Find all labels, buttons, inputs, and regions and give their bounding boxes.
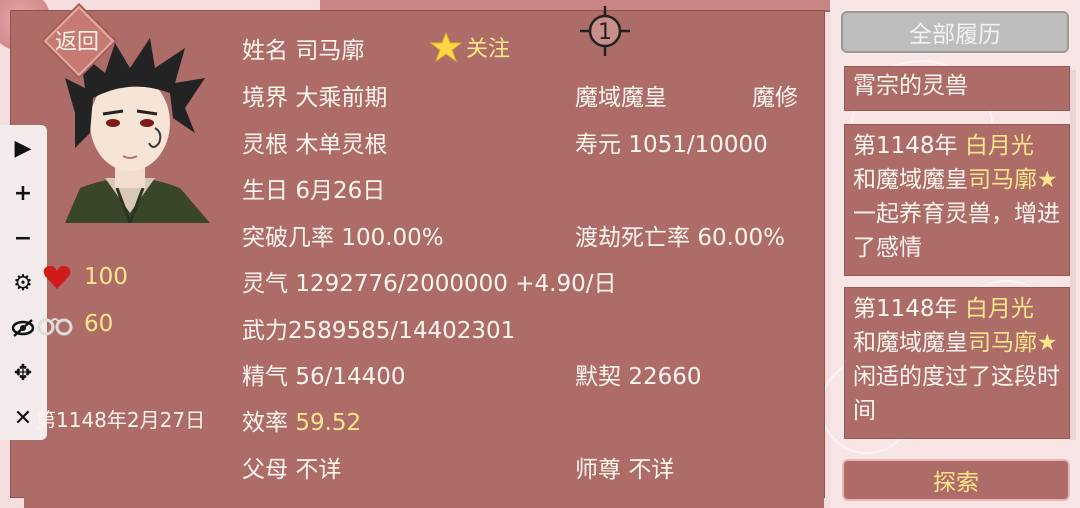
follow-label: 关注	[466, 37, 511, 62]
game-date: 第1148年2月27日	[36, 408, 206, 432]
history-fragment: 霄宗的灵兽	[853, 73, 968, 99]
zoom-out-icon[interactable]: −	[10, 225, 36, 251]
essence-row: 精气 56/14400	[242, 357, 406, 391]
efficiency-label: 效率	[242, 410, 288, 436]
close-icon[interactable]: ✕	[10, 405, 36, 431]
name-row: 姓名 司马廓	[242, 31, 364, 65]
handcuffs-icon	[37, 318, 73, 336]
tribulation-label: 渡劫死亡率	[575, 225, 690, 251]
root-row: 灵根 木单灵根	[242, 125, 387, 159]
follow-button[interactable]: 关注	[430, 31, 510, 63]
event-partner: 司马廓★	[968, 330, 1058, 356]
faction-value: 魔修	[752, 85, 798, 111]
panel-bottom-edge	[24, 496, 824, 508]
heart-icon	[43, 265, 71, 289]
force-value: 2589585/14402301	[288, 318, 516, 344]
master-label: 师尊	[575, 457, 621, 483]
name-label: 姓名	[242, 38, 288, 64]
history-scrollbar[interactable]	[1070, 70, 1076, 440]
all-history-button[interactable]: 全部履历	[841, 11, 1069, 53]
birthday-row: 生日 6月26日	[242, 171, 385, 205]
birthday-label: 生日	[242, 178, 288, 204]
force-row: 武力2589585/14402301	[242, 311, 515, 345]
crosshair-icon[interactable]: 1	[578, 4, 632, 58]
efficiency-row: 效率 59.52	[242, 403, 361, 437]
history-card: 第1148年 白月光 和魔域魔皇司马廓★ 一起养育灵兽，增进了感情	[844, 124, 1070, 276]
eye-slash-icon[interactable]	[10, 315, 36, 341]
spirit-value: 1292776/2000000 +4.90/日	[295, 271, 617, 297]
explore-button[interactable]: 探索	[842, 459, 1070, 501]
spirit-label: 灵气	[242, 271, 288, 297]
parents-value: 不详	[295, 457, 342, 483]
tacit-value: 22660	[628, 364, 702, 390]
efficiency-value: 59.52	[295, 410, 362, 436]
zoom-in-icon[interactable]: +	[10, 180, 36, 206]
event-text: 一起养育灵兽，增进了感情	[853, 201, 1060, 261]
name-value: 司马廓	[295, 38, 365, 64]
back-button-label: 返回	[54, 30, 99, 55]
tribulation-row: 渡劫死亡率 60.00%	[575, 218, 785, 252]
event-partner: 司马廓★	[968, 167, 1058, 193]
side-toolbar: ▶ + − ⚙ ✥ ✕	[0, 125, 47, 440]
history-card-partial: 霄宗的灵兽	[844, 66, 1070, 111]
event-connector: 和魔域魔皇	[853, 167, 968, 193]
event-year: 第1148年	[853, 133, 958, 159]
breakthrough-row: 突破几率 100.00%	[242, 218, 444, 252]
event-who: 白月光	[964, 296, 1034, 322]
lifespan-label: 寿元	[575, 132, 621, 158]
back-button[interactable]: 返回	[42, 5, 115, 77]
event-year: 第1148年	[853, 296, 958, 322]
essence-value: 56/14400	[295, 364, 406, 390]
star-icon	[430, 31, 462, 63]
title-value: 魔域魔皇	[575, 85, 667, 111]
breakthrough-value: 100.00%	[341, 225, 444, 251]
favor-value: 100	[84, 264, 128, 290]
root-label: 灵根	[242, 132, 288, 158]
master-value: 不详	[628, 457, 675, 483]
tribulation-value: 60.00%	[697, 225, 786, 251]
realm-value: 大乘前期	[295, 85, 388, 111]
master-row: 师尊 不详	[575, 450, 674, 484]
play-icon[interactable]: ▶	[10, 135, 36, 161]
history-card: 第1148年 白月光 和魔域魔皇司马廓★ 闲适的度过了这段时间	[844, 287, 1070, 439]
force-label: 武力	[242, 318, 288, 344]
birthday-value: 6月26日	[295, 178, 386, 204]
root-value: 木单灵根	[295, 132, 388, 158]
gear-icon[interactable]: ⚙	[10, 270, 36, 296]
lifespan-row: 寿元 1051/10000	[575, 125, 768, 159]
tacit-label: 默契	[575, 364, 621, 390]
move-icon[interactable]: ✥	[10, 360, 36, 386]
event-who: 白月光	[964, 133, 1034, 159]
event-connector: 和魔域魔皇	[853, 330, 968, 356]
crosshair-number: 1	[598, 20, 612, 45]
parents-label: 父母	[242, 457, 288, 483]
event-text: 闲适的度过了这段时间	[853, 364, 1060, 424]
spirit-row: 灵气 1292776/2000000 +4.90/日	[242, 264, 616, 298]
lifespan-value: 1051/10000	[628, 132, 768, 158]
essence-label: 精气	[242, 364, 288, 390]
tacit-row: 默契 22660	[575, 357, 701, 391]
realm-label: 境界	[242, 85, 288, 111]
bond-value: 60	[84, 311, 114, 337]
realm-row: 境界 大乘前期	[242, 78, 387, 112]
parents-row: 父母 不详	[242, 450, 341, 484]
breakthrough-label: 突破几率	[242, 225, 334, 251]
